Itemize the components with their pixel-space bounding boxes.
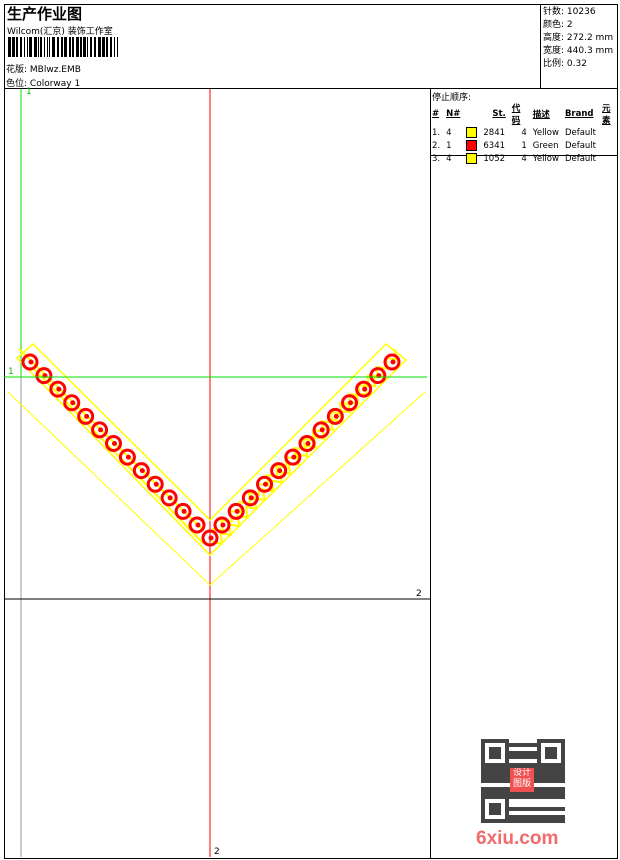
spiral-motif	[21, 353, 39, 371]
spiral-motif	[146, 475, 164, 493]
design-canvas	[4, 89, 430, 857]
spiral-motif	[174, 502, 192, 520]
guide-label-2-right: 2	[416, 589, 422, 599]
guide-label-1-left: 1	[8, 367, 14, 377]
stamp-logo: 设计图版	[510, 768, 534, 792]
spiral-motif	[118, 448, 136, 466]
spiral-motif	[188, 516, 206, 534]
spiral-motif	[160, 489, 178, 507]
spiral-motif	[91, 421, 109, 439]
spiral-motif	[132, 462, 150, 480]
watermark-logo: 6xiu.com	[476, 828, 559, 849]
spiral-motif	[105, 435, 122, 452]
production-worksheet: 生产作业图 Wilcom(汇京) 装饰工作室 花版: MBlwz.EMB 色位:…	[0, 0, 620, 860]
guide-label-1-top: 1	[26, 87, 32, 97]
guide-label-2-bottom: 2	[214, 847, 220, 857]
embroidery-design	[7, 342, 426, 586]
